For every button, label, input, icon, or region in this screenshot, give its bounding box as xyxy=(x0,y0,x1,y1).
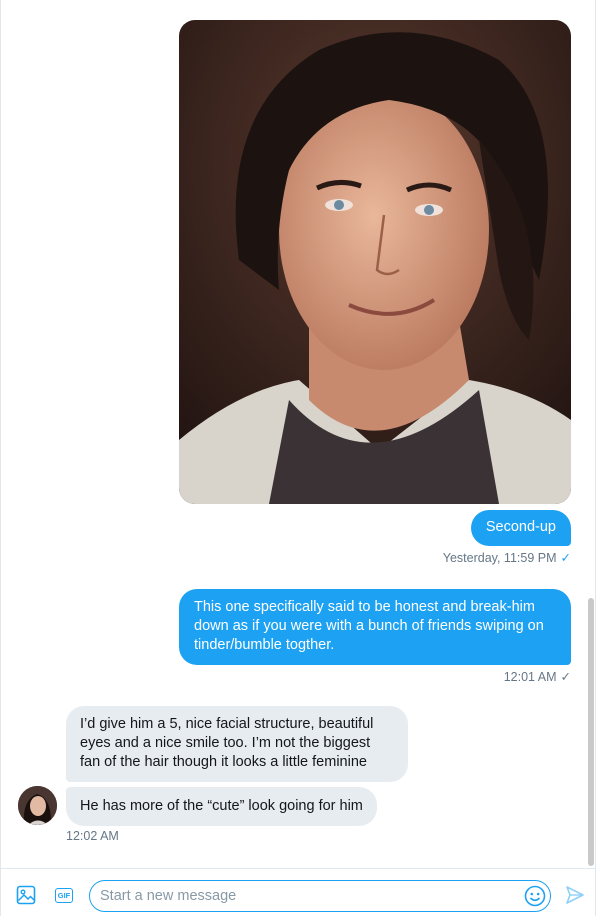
scrollbar-thumb[interactable] xyxy=(588,598,594,866)
message-composer: GIF xyxy=(1,868,595,916)
send-icon[interactable] xyxy=(565,885,585,905)
message-list[interactable]: Second-up Yesterday, 11:59 PM ✓ This one … xyxy=(2,0,588,868)
scrollbar[interactable] xyxy=(587,0,595,868)
message-text: Second-up xyxy=(485,519,556,535)
message-text: I’d give him a 5, nice facial structure,… xyxy=(80,716,374,770)
message-bubble-received[interactable]: He has more of the “cute” look going for… xyxy=(66,787,377,826)
message-timestamp: 12:01 AM ✓ xyxy=(503,670,571,684)
message-text: This one specifically said to be honest … xyxy=(194,599,544,653)
gif-icon[interactable]: GIF xyxy=(53,884,75,906)
avatar-image xyxy=(18,786,57,825)
message-text: He has more of the “cute” look going for… xyxy=(80,798,363,814)
media-icon[interactable] xyxy=(15,884,37,906)
message-timestamp: Yesterday, 11:59 PM ✓ xyxy=(442,551,571,565)
message-input[interactable] xyxy=(100,881,520,911)
message-bubble-sent[interactable]: Second-up xyxy=(470,510,571,546)
photo-image xyxy=(179,20,571,504)
message-bubble-received[interactable]: I’d give him a 5, nice facial structure,… xyxy=(66,706,408,782)
read-check-icon: ✓ xyxy=(560,670,571,684)
read-check-icon: ✓ xyxy=(560,551,571,565)
avatar[interactable] xyxy=(18,786,57,825)
gif-label: GIF xyxy=(54,887,74,903)
message-bubble-sent[interactable]: This one specifically said to be honest … xyxy=(179,589,571,665)
message-timestamp: 12:02 AM xyxy=(66,829,119,843)
sent-photo[interactable] xyxy=(179,20,571,504)
emoji-icon[interactable] xyxy=(524,885,546,907)
message-input-container[interactable] xyxy=(89,880,551,912)
dm-conversation-panel: Second-up Yesterday, 11:59 PM ✓ This one … xyxy=(0,0,596,916)
